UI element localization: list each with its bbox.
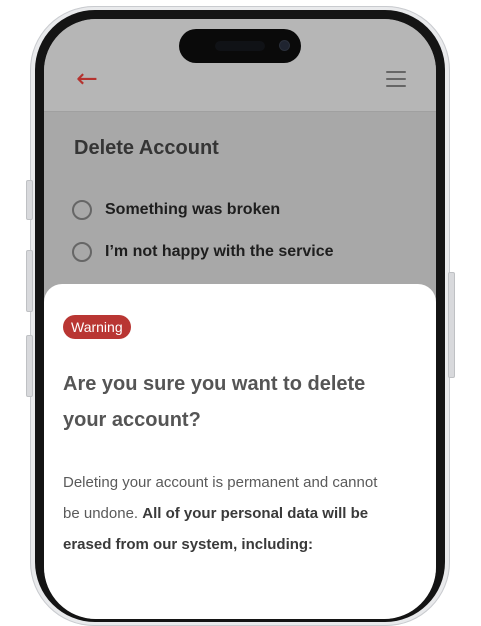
radio-button[interactable]: [72, 242, 92, 262]
confirm-delete-sheet: Warning Are you sure you want to delete …: [44, 284, 436, 619]
page-title: Delete Account: [74, 137, 219, 159]
reason-option-label: I’m not happy with the service: [105, 243, 334, 260]
warning-badge: Warning: [63, 315, 131, 339]
face-id-sensor: [215, 41, 265, 51]
reason-option-label: Something was broken: [105, 201, 281, 218]
power-button: [448, 272, 455, 378]
silent-switch: [26, 180, 33, 220]
dialog-body: Deleting your account is permanent and c…: [63, 467, 393, 560]
radio-button[interactable]: [72, 200, 92, 220]
volume-up-button: [26, 250, 33, 312]
reason-option[interactable]: I’m not happy with the service: [72, 242, 334, 262]
arrow-left-icon[interactable]: ←: [76, 66, 98, 92]
dynamic-island: [179, 29, 301, 63]
hamburger-menu-icon[interactable]: [386, 71, 406, 92]
camera-lens: [280, 41, 289, 50]
volume-down-button: [26, 335, 33, 397]
dialog-title: Are you sure you want to delete your acc…: [63, 373, 366, 431]
reason-option[interactable]: Something was broken: [72, 200, 280, 220]
phone-screen: ← Delete Account Something was broken I’…: [44, 19, 436, 619]
